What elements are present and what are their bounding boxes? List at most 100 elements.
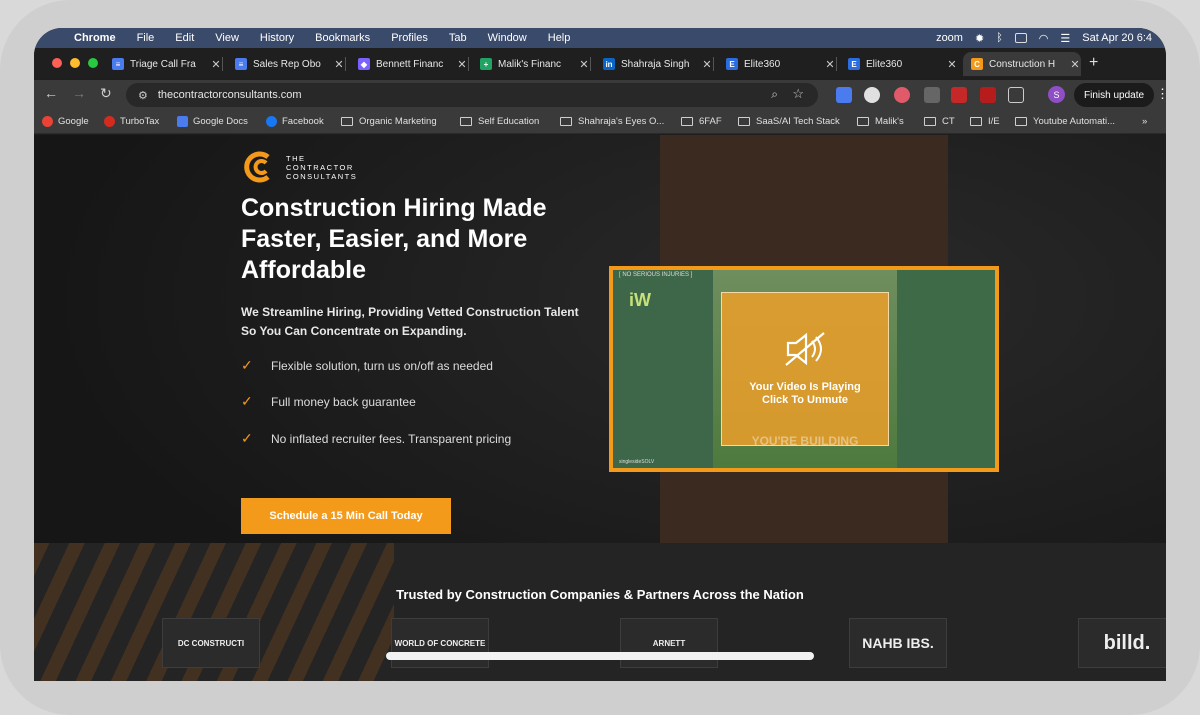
bookmark-folder-youtube[interactable]: Youtube Automati...: [1015, 116, 1115, 127]
menubar-datetime[interactable]: Sat Apr 20 6:4: [1082, 32, 1152, 44]
extension-icon[interactable]: [951, 87, 967, 103]
tab-bennett-financial[interactable]: ◆ Bennett Financ ✕: [350, 52, 469, 76]
menu-history[interactable]: History: [260, 32, 294, 44]
menu-kebab-icon[interactable]: ⋮: [1156, 86, 1166, 102]
address-bar[interactable]: ⚙ thecontractorconsultants.com ⌕ ☆: [126, 83, 818, 107]
schedule-call-button[interactable]: Schedule a 15 Min Call Today: [241, 498, 451, 534]
extension-icon[interactable]: [980, 87, 996, 103]
partner-logo: WORLD OF CONCRETE: [391, 618, 489, 668]
bookmark-folder-ct[interactable]: CT: [924, 116, 955, 127]
bookmark-folder-saas-ai[interactable]: SaaS/AI Tech Stack: [738, 116, 840, 127]
menu-profiles[interactable]: Profiles: [391, 32, 428, 44]
device-frame: Chrome File Edit View History Bookmarks …: [0, 0, 1200, 715]
extension-icon[interactable]: [924, 87, 940, 103]
bookmark-folder-organic-marketing[interactable]: Organic Marketing: [341, 116, 437, 127]
tab-close-icon[interactable]: ✕: [1069, 58, 1081, 71]
wifi-icon[interactable]: ◠: [1039, 32, 1049, 45]
bookmarks-bar: Google TurboTax Google Docs Facebook Org…: [34, 110, 1166, 134]
browser-toolbar: ← → ↻ ⚙ thecontractorconsultants.com ⌕ ☆…: [34, 80, 1166, 110]
tab-close-icon[interactable]: ✕: [456, 58, 468, 71]
extension-icon[interactable]: [894, 87, 910, 103]
checkmark-icon: ✓: [241, 430, 253, 446]
forward-icon[interactable]: →: [72, 85, 86, 101]
zoom-status-icon[interactable]: zoom: [936, 32, 963, 44]
video-player[interactable]: [ NO SERIOUS INJURIES ] iW Your Video Is…: [609, 266, 999, 472]
reload-icon[interactable]: ↻: [100, 85, 112, 102]
gear-status-icon[interactable]: ✹: [975, 32, 984, 45]
bookmark-folder-6faf[interactable]: 6FAF: [681, 116, 722, 127]
bookmark-folder-shahrajas-eyes[interactable]: Shahraja's Eyes O...: [560, 116, 664, 127]
folder-icon: [1015, 117, 1027, 126]
close-window-button[interactable]: [52, 58, 62, 68]
unmute-overlay[interactable]: Your Video Is Playing Click To Unmute: [721, 292, 889, 446]
menu-edit[interactable]: Edit: [175, 32, 194, 44]
tab-shahraja-singh[interactable]: in Shahraja Singh ✕: [595, 52, 714, 76]
menu-view[interactable]: View: [215, 32, 239, 44]
shield-icon: ◆: [358, 58, 370, 70]
folder-icon: [460, 117, 472, 126]
bookmark-facebook[interactable]: Facebook: [266, 116, 324, 127]
battery-icon[interactable]: [1014, 33, 1027, 43]
tab-close-icon[interactable]: ✕: [701, 58, 713, 71]
zoom-window-button[interactable]: [88, 58, 98, 68]
contractor-logo-icon: [244, 151, 270, 183]
bookmark-folder-self-education[interactable]: Self Education: [460, 116, 539, 127]
menu-window[interactable]: Window: [488, 32, 527, 44]
bookmark-folder-ie[interactable]: I/E: [970, 116, 1000, 127]
bookmark-google[interactable]: Google: [42, 116, 89, 127]
tab-close-icon[interactable]: ✕: [946, 58, 958, 71]
search-icon[interactable]: ⌕: [771, 87, 778, 102]
home-indicator: [386, 652, 814, 660]
tab-sales-rep[interactable]: ≡ Sales Rep Obo ✕: [227, 52, 346, 76]
tab-elite360-2[interactable]: E Elite360 ✕: [840, 52, 958, 76]
docs-icon: [177, 116, 188, 127]
extension-icon[interactable]: [864, 87, 880, 103]
window-controls: [52, 58, 98, 68]
extensions-puzzle-icon[interactable]: [1008, 87, 1024, 103]
menu-app-name[interactable]: Chrome: [74, 32, 116, 44]
bookmark-folder-maliks[interactable]: Malik's: [857, 116, 904, 127]
partner-logo: billd.: [1078, 618, 1166, 668]
site-settings-icon[interactable]: ⚙: [138, 89, 148, 102]
control-center-icon[interactable]: ☰: [1060, 32, 1070, 45]
bookmark-turbotax[interactable]: TurboTax: [104, 116, 159, 127]
logo-text: THE CONTRACTOR CONSULTANTS: [286, 153, 358, 181]
turbotax-icon: [104, 116, 115, 127]
new-tab-button[interactable]: +: [1089, 54, 1098, 72]
tab-maliks-financial[interactable]: + Malik's Financ ✕: [472, 52, 591, 76]
trusted-by-section: Trusted by Construction Companies & Part…: [34, 543, 1166, 681]
profile-avatar[interactable]: S: [1048, 86, 1065, 103]
menu-file[interactable]: File: [137, 32, 155, 44]
finish-update-button[interactable]: Finish update: [1074, 83, 1155, 107]
tab-close-icon[interactable]: ✕: [824, 58, 836, 71]
video-handle: singlesideSOLV: [619, 459, 655, 465]
tab-close-icon[interactable]: ✕: [578, 58, 590, 71]
folder-icon: [738, 117, 750, 126]
menu-bookmarks[interactable]: Bookmarks: [315, 32, 370, 44]
menu-tab[interactable]: Tab: [449, 32, 467, 44]
tab-close-icon[interactable]: ✕: [210, 58, 222, 71]
bookmarks-overflow-icon[interactable]: »: [1142, 116, 1147, 127]
folder-icon: [970, 117, 982, 126]
tab-close-icon[interactable]: ✕: [333, 58, 345, 71]
facebook-icon: [266, 116, 277, 127]
feature-bullet: ✓ Full money back guarantee: [241, 393, 416, 409]
tab-construction-active[interactable]: C Construction H ✕: [963, 52, 1081, 76]
sheets-icon: +: [480, 58, 492, 70]
back-icon[interactable]: ←: [44, 85, 58, 101]
url-text[interactable]: thecontractorconsultants.com: [158, 89, 302, 101]
site-logo[interactable]: THE CONTRACTOR CONSULTANTS: [242, 149, 357, 185]
bookmark-google-docs[interactable]: Google Docs: [177, 116, 248, 127]
linkedin-icon: in: [603, 58, 615, 70]
menu-help[interactable]: Help: [548, 32, 571, 44]
bluetooth-icon[interactable]: ᛒ: [996, 32, 1003, 44]
folder-icon: [681, 117, 693, 126]
muted-speaker-icon: [785, 332, 825, 366]
tab-elite360-1[interactable]: E Elite360 ✕: [718, 52, 837, 76]
tab-title: Triage Call Fra: [130, 58, 196, 70]
extension-icon[interactable]: [836, 87, 852, 103]
tab-triage-call[interactable]: ≡ Triage Call Fra ✕: [104, 52, 223, 76]
elite360-icon: E: [848, 58, 860, 70]
minimize-window-button[interactable]: [70, 58, 80, 68]
bookmark-star-icon[interactable]: ☆: [792, 86, 804, 102]
